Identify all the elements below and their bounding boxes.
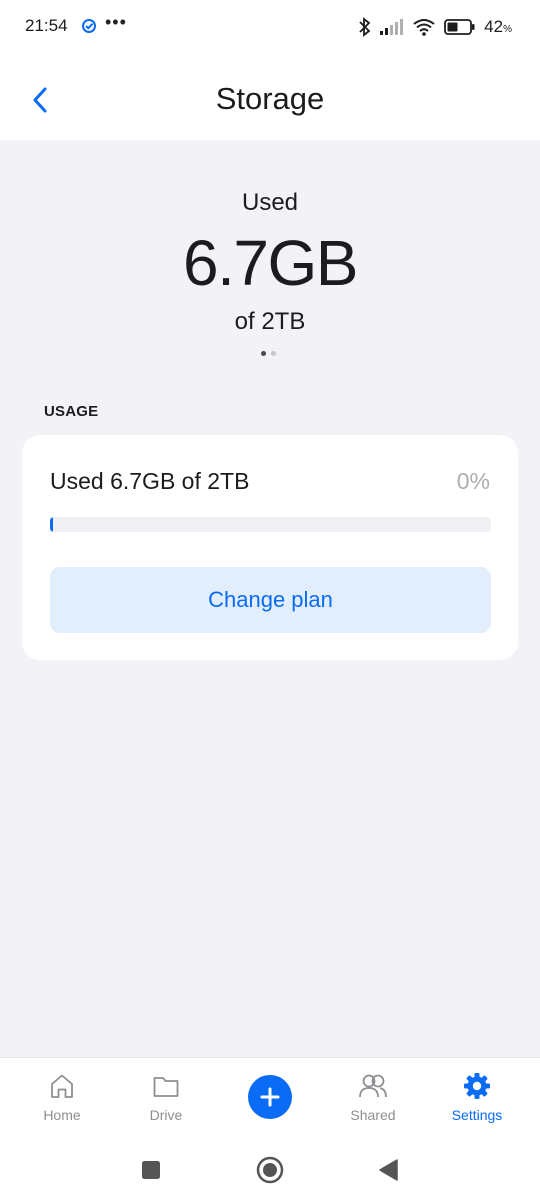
usage-text: Used 6.7GB of 2TB <box>50 468 250 494</box>
recents-square-icon <box>142 1161 160 1179</box>
page-dot-1[interactable] <box>261 351 266 356</box>
battery-icon <box>444 19 475 35</box>
check-badge-icon <box>82 19 96 33</box>
system-home-button[interactable] <box>255 1155 285 1185</box>
page-title: Storage <box>215 81 325 116</box>
wifi-icon <box>413 19 435 36</box>
tab-drive-label: Drive <box>149 1107 183 1123</box>
battery-level: 42% <box>484 17 512 36</box>
users-icon <box>359 1074 387 1098</box>
tab-shared-label: Shared <box>350 1107 396 1123</box>
tab-settings[interactable]: Settings <box>427 1058 527 1138</box>
storage-progress-bar <box>50 517 491 532</box>
tab-drive[interactable]: Drive <box>116 1058 216 1138</box>
back-triangle-icon <box>379 1159 398 1181</box>
signal-icon <box>380 19 404 35</box>
change-plan-button[interactable]: Change plan <box>50 567 491 633</box>
storage-progress-fill <box>50 517 53 532</box>
top-nav-header: Storage <box>0 56 540 140</box>
plus-icon <box>260 1087 280 1107</box>
usage-card: Used 6.7GB of 2TB 0% Change plan <box>22 435 518 660</box>
status-time: 21:54 <box>25 16 68 35</box>
usage-section-label: USAGE <box>44 403 99 420</box>
bluetooth-icon <box>359 17 371 37</box>
tab-home[interactable]: Home <box>12 1058 112 1138</box>
tab-home-label: Home <box>43 1107 81 1123</box>
status-more-dots: ••• <box>105 12 127 32</box>
home-icon <box>51 1074 73 1098</box>
tab-settings-label: Settings <box>451 1107 503 1123</box>
battery-unit: % <box>503 24 512 35</box>
used-value: 6.7GB <box>183 227 358 299</box>
page-dot-2[interactable] <box>271 351 276 356</box>
folder-icon <box>153 1077 179 1097</box>
tab-shared[interactable]: Shared <box>323 1058 423 1138</box>
page-indicator[interactable] <box>261 351 276 356</box>
usage-percent: 0% <box>456 468 490 494</box>
used-label: Used <box>241 189 299 216</box>
status-bar: 21:54 ••• 42% <box>0 0 540 56</box>
recents-button[interactable] <box>136 1155 166 1185</box>
status-indicators: 42% <box>358 14 512 40</box>
system-back-button[interactable] <box>373 1155 403 1185</box>
add-button[interactable] <box>248 1075 292 1119</box>
system-navigation-bar <box>0 1137 540 1200</box>
total-label: of 2TB <box>234 308 306 335</box>
home-circle-icon <box>256 1156 284 1184</box>
gear-icon <box>464 1073 490 1099</box>
